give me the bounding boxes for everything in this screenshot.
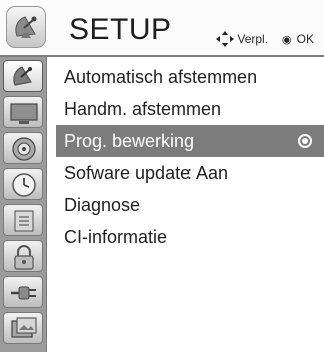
input-plug-icon (11, 286, 36, 300)
menu-item-label: Sofware update (64, 163, 191, 183)
menu-item-diagnostics[interactable]: Diagnose (56, 189, 324, 221)
speaker-icon (12, 137, 36, 161)
satellite-dish-icon (13, 66, 32, 86)
menu-item-software-update[interactable]: Sofware update : Aan (56, 157, 324, 189)
category-option[interactable] (3, 204, 43, 236)
category-media[interactable] (3, 312, 43, 344)
software-update-value: : Aan (187, 163, 229, 183)
menu-item-label: Handm. afstemmen (64, 99, 222, 119)
media-photo-icon (11, 317, 37, 338)
menu-item-programme-edit[interactable]: Prog. bewerking (56, 125, 324, 157)
menu-item-ci-information[interactable]: CI-informatie (56, 221, 324, 253)
menu-header: SETUP Verpl. ◉ OK (0, 0, 324, 57)
option-box-icon (14, 210, 34, 232)
menu-item-manual-tuning[interactable]: Handm. afstemmen (56, 93, 324, 125)
move-arrows-icon (216, 31, 235, 47)
category-input[interactable] (3, 276, 43, 308)
category-time[interactable] (3, 168, 43, 200)
category-audio[interactable] (3, 132, 43, 164)
menu-title: SETUP (69, 13, 172, 46)
clock-icon (12, 173, 36, 197)
key-hint: Verpl. ◉ OK (216, 31, 314, 47)
hint-move-label: Verpl. (237, 32, 269, 46)
menu-item-label: Diagnose (64, 195, 141, 215)
category-picture[interactable] (3, 96, 43, 128)
menu-item-label: Prog. bewerking (64, 131, 195, 151)
hint-ok-label: OK (296, 32, 314, 46)
tv-menu: SETUP Verpl. ◉ OK Automatisch afstemmen … (0, 0, 324, 352)
menu-item-label: CI-informatie (64, 227, 168, 247)
monitor-icon (10, 103, 38, 124)
lock-icon (14, 245, 34, 270)
menu-item-auto-tuning[interactable]: Automatisch afstemmen (56, 61, 324, 93)
selected-radio-icon (298, 134, 312, 148)
setup-menu-list: Automatisch afstemmen Handm. afstemmen P… (56, 61, 324, 253)
category-sidebar (0, 57, 47, 352)
ok-button-icon: ◉ (282, 33, 292, 46)
menu-item-label: Automatisch afstemmen (64, 67, 258, 87)
category-setup[interactable] (3, 60, 43, 92)
setup-logo-icon (6, 6, 46, 48)
category-lock[interactable] (3, 240, 43, 272)
